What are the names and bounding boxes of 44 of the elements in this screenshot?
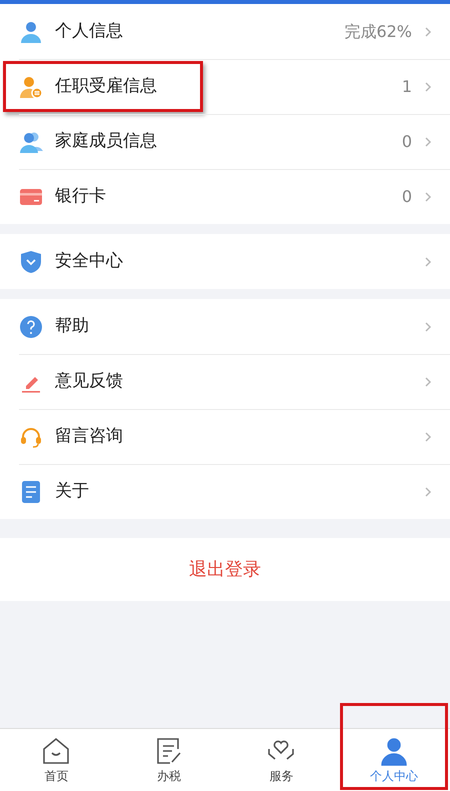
home-icon: [41, 736, 72, 766]
tab[interactable]: 服务: [225, 729, 338, 791]
document-icon: [19, 480, 43, 504]
menu-item[interactable]: 家庭成员信息 0: [0, 114, 450, 169]
tab[interactable]: 个人中心: [338, 729, 450, 791]
chevron-right-icon: [424, 26, 432, 38]
chevron-right-icon: [424, 256, 432, 268]
menu-value: 1: [402, 76, 412, 98]
menu-label: 家庭成员信息: [55, 130, 158, 153]
menu-label: 个人信息: [55, 20, 124, 43]
menu-item[interactable]: 帮助: [0, 299, 450, 354]
menu-item[interactable]: 意见反馈: [0, 354, 450, 409]
menu-label: 银行卡: [55, 184, 107, 208]
chevron-right-icon: [424, 486, 432, 498]
menu-value: 完成62%: [344, 20, 412, 42]
person-icon: [378, 736, 409, 766]
menu-label: 任职受雇信息: [55, 74, 158, 98]
menu-item[interactable]: 关于: [0, 464, 450, 519]
menu-label: 帮助: [55, 314, 90, 338]
menu-item[interactable]: 银行卡 0: [0, 169, 450, 224]
people-icon: [19, 130, 43, 154]
menu-item[interactable]: 任职受雇信息 1: [0, 59, 450, 114]
menu-label: 意见反馈: [55, 370, 124, 393]
menu-label: 安全中心: [55, 250, 124, 273]
menu-value: 0: [402, 186, 412, 208]
person-icon: [19, 20, 43, 44]
menu-label: 关于: [55, 480, 90, 503]
tab[interactable]: 首页: [0, 729, 112, 791]
menu-item[interactable]: 留言咨询: [0, 409, 450, 464]
menu-item[interactable]: 安全中心: [0, 234, 450, 289]
menu-value: 0: [402, 130, 412, 152]
menu-item[interactable]: 个人信息 完成62%: [0, 4, 450, 59]
shield-icon: [19, 250, 43, 274]
help-icon: [19, 314, 43, 338]
tab[interactable]: 办税: [112, 729, 225, 791]
chevron-right-icon: [424, 136, 432, 148]
person-badge-icon: [19, 74, 43, 98]
chevron-right-icon: [424, 430, 432, 442]
menu-label: 留言咨询: [55, 424, 124, 448]
chevron-right-icon: [424, 80, 432, 92]
chevron-right-icon: [424, 190, 432, 202]
chevron-right-icon: [424, 376, 432, 388]
chevron-right-icon: [424, 320, 432, 332]
logout-button[interactable]: 退出登录: [189, 556, 261, 583]
